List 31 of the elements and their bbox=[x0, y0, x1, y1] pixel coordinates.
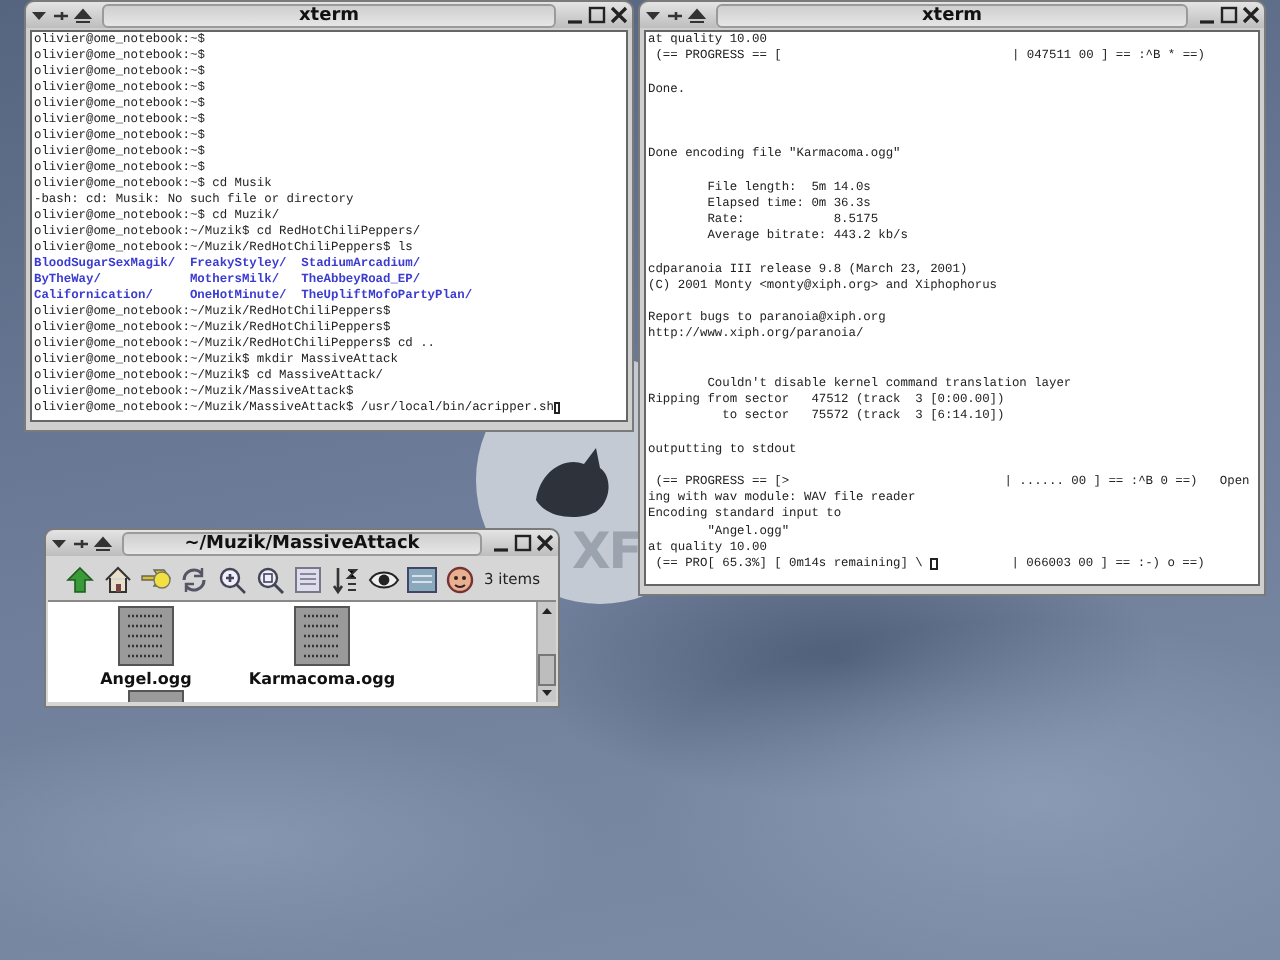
maximize-icon[interactable] bbox=[1220, 6, 1238, 24]
menu-icon[interactable] bbox=[644, 7, 662, 23]
close-icon[interactable] bbox=[1242, 6, 1260, 24]
title-bar[interactable]: xterm bbox=[26, 2, 632, 28]
scrollbar[interactable] bbox=[536, 602, 556, 702]
title-bar[interactable]: ~/Muzik/MassiveAttack bbox=[46, 530, 558, 556]
refresh-icon[interactable] bbox=[178, 563, 210, 595]
text-cursor bbox=[930, 558, 938, 571]
maximize-icon[interactable] bbox=[588, 6, 606, 24]
title-bar[interactable]: xterm bbox=[640, 2, 1264, 28]
menu-icon[interactable] bbox=[50, 535, 68, 551]
window-title: ~/Muzik/MassiveAttack bbox=[122, 531, 482, 555]
sort-icon[interactable] bbox=[330, 563, 362, 595]
close-icon[interactable] bbox=[536, 534, 554, 552]
menu-icon[interactable] bbox=[30, 7, 48, 23]
close-icon[interactable] bbox=[610, 6, 628, 24]
file-name[interactable]: Angel.ogg bbox=[100, 670, 192, 688]
binary-file-icon[interactable] bbox=[118, 606, 174, 666]
face-icon[interactable] bbox=[444, 563, 476, 595]
window-title: xterm bbox=[716, 3, 1188, 27]
text-cursor bbox=[553, 402, 561, 414]
window-title: xterm bbox=[102, 3, 556, 27]
home-icon[interactable] bbox=[102, 563, 134, 595]
up-arrow-icon[interactable] bbox=[64, 563, 96, 595]
maximize-icon[interactable] bbox=[514, 534, 532, 552]
zoom-in-icon[interactable] bbox=[216, 563, 248, 595]
file-name[interactable]: Karmacoma.ogg bbox=[248, 670, 396, 688]
zoom-fit-icon[interactable] bbox=[254, 563, 286, 595]
binary-file-icon[interactable] bbox=[128, 690, 184, 702]
details-view-icon[interactable] bbox=[406, 563, 438, 595]
binary-file-icon[interactable] bbox=[294, 606, 350, 666]
